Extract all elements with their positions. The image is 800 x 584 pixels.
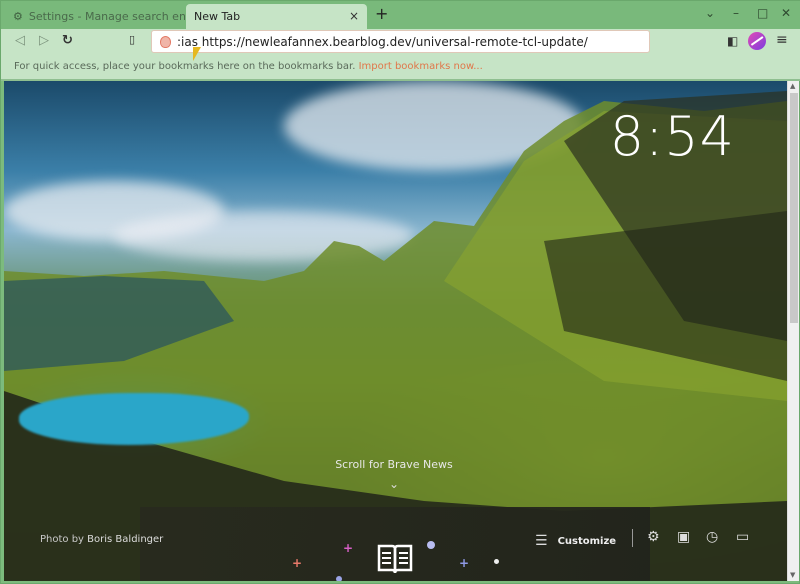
address-bar[interactable]: :ias https://newleafannex.bearblog.dev/u… bbox=[151, 30, 650, 53]
tab-strip: ⚙ Settings - Manage search engines New T… bbox=[1, 1, 800, 29]
reload-button[interactable]: ↻ bbox=[62, 33, 73, 48]
scroll-for-brave-news[interactable]: Scroll for Brave News bbox=[324, 458, 464, 471]
tab-new-tab[interactable]: New Tab × bbox=[186, 4, 367, 29]
tab-title: Settings - Manage search engines bbox=[28, 10, 185, 23]
new-tab-button[interactable]: + bbox=[375, 6, 388, 22]
bookmarks-bar-message: For quick access, place your bookmarks h… bbox=[14, 61, 356, 72]
sparkle-icon: + bbox=[459, 556, 470, 570]
scrollbar-thumb[interactable] bbox=[790, 93, 798, 323]
divider bbox=[632, 529, 633, 547]
profile-avatar[interactable] bbox=[748, 32, 766, 50]
toolbar: ◁ ▷ ↻ ▯ :ias https://newleafannex.bearbl… bbox=[1, 29, 800, 55]
clock: 8:54 bbox=[609, 105, 735, 168]
brave-news-icon[interactable] bbox=[376, 543, 414, 577]
tab-title: New Tab bbox=[194, 10, 241, 23]
back-button[interactable]: ◁ bbox=[15, 33, 25, 48]
maximize-button[interactable]: □ bbox=[757, 6, 768, 20]
sparkle-dot bbox=[427, 541, 435, 549]
tab-search-icon[interactable]: ⌄ bbox=[705, 6, 715, 20]
photo-author-link[interactable]: Boris Baldinger bbox=[87, 534, 163, 545]
photo-credit: Photo by Boris Baldinger bbox=[40, 534, 164, 545]
bookmarks-icon[interactable]: ▣ bbox=[677, 529, 690, 545]
scroll-up-icon[interactable]: ▲ bbox=[790, 82, 795, 90]
mouse-cursor bbox=[193, 47, 201, 61]
sparkle-icon: + bbox=[343, 541, 354, 555]
sparkle-icon: + bbox=[292, 556, 303, 570]
menu-button[interactable]: ≡ bbox=[776, 32, 788, 48]
brave-shield-icon[interactable] bbox=[160, 36, 171, 48]
gear-icon: ⚙ bbox=[13, 10, 23, 23]
settings-icon[interactable]: ⚙ bbox=[647, 529, 660, 545]
scroll-down-icon[interactable]: ▼ bbox=[790, 571, 795, 579]
browser-window: ⚙ Settings - Manage search engines New T… bbox=[0, 0, 800, 584]
import-bookmarks-link[interactable]: Import bookmarks now... bbox=[359, 61, 483, 72]
close-window-button[interactable]: ✕ bbox=[781, 6, 791, 20]
customize-button[interactable]: ☰ Customize bbox=[535, 533, 616, 549]
close-tab-icon[interactable]: × bbox=[349, 9, 359, 23]
minimize-button[interactable]: – bbox=[733, 6, 739, 20]
chevron-down-icon[interactable]: ⌄ bbox=[389, 477, 399, 491]
sparkle-dot bbox=[494, 559, 499, 564]
vertical-scrollbar[interactable]: ▲ ▼ bbox=[787, 81, 799, 581]
new-tab-page: 8:54 Scroll for Brave News ⌄ Photo by Bo… bbox=[4, 81, 787, 581]
tab-settings[interactable]: ⚙ Settings - Manage search engines bbox=[5, 4, 185, 29]
sparkle-dot bbox=[336, 576, 342, 581]
url-input[interactable]: :ias https://newleafannex.bearblog.dev/u… bbox=[177, 35, 588, 49]
sliders-icon: ☰ bbox=[535, 533, 548, 549]
sidebar-toggle-button[interactable]: ◧ bbox=[727, 34, 738, 48]
video-call-icon[interactable]: ▭ bbox=[736, 529, 749, 545]
forward-button[interactable]: ▷ bbox=[39, 33, 49, 48]
bookmarks-bar: For quick access, place your bookmarks h… bbox=[1, 55, 800, 79]
bookmark-page-button[interactable]: ▯ bbox=[129, 33, 135, 46]
history-icon[interactable]: ◷ bbox=[706, 529, 718, 545]
